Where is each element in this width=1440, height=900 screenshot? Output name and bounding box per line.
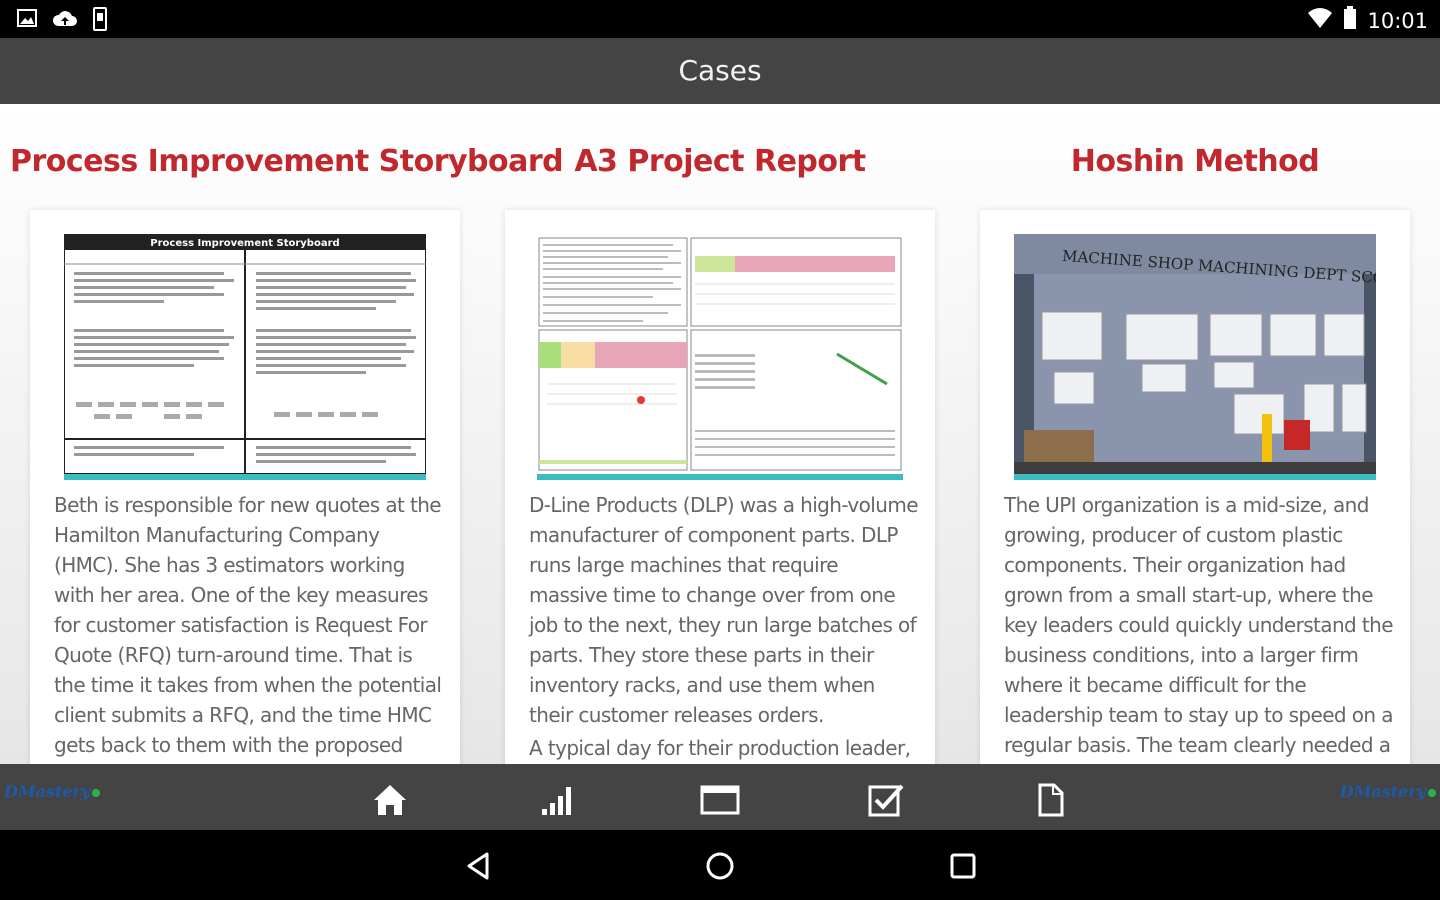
cloud-upload-icon bbox=[52, 7, 78, 36]
system-nav-bar bbox=[0, 830, 1440, 900]
window-icon[interactable] bbox=[698, 780, 742, 820]
wifi-icon bbox=[1307, 7, 1333, 34]
page-title: Cases bbox=[678, 54, 762, 87]
checkbox-icon[interactable] bbox=[864, 780, 908, 820]
thumb-title: Process Improvement Storyboard bbox=[150, 238, 339, 249]
image-icon bbox=[16, 7, 38, 36]
bottom-nav: DMastery DMastery bbox=[0, 764, 1440, 830]
case-title[interactable]: Process Improvement Storyboard bbox=[10, 144, 564, 179]
logo-left: DMastery bbox=[4, 782, 101, 801]
recents-icon[interactable] bbox=[945, 848, 981, 884]
cases-list: Process Improvement Storyboard Process I… bbox=[0, 104, 1440, 764]
case-description: D-Line Products (DLP) was a high-volume … bbox=[529, 490, 919, 763]
case-hoshin-method[interactable]: Hoshin Method MACHINE SHOP MACHINING DEP… bbox=[960, 104, 1430, 764]
case-card[interactable]: MACHINE SHOP MACHINING DEPT SCOREBOARD T… bbox=[980, 210, 1410, 764]
case-process-improvement-storyboard[interactable]: Process Improvement Storyboard Process I… bbox=[10, 104, 564, 764]
bar-chart-icon[interactable] bbox=[534, 780, 578, 820]
case-thumbnail[interactable]: MACHINE SHOP MACHINING DEPT SCOREBOARD bbox=[1014, 234, 1376, 480]
case-description-p1: D-Line Products (DLP) was a high-volume … bbox=[529, 493, 919, 727]
case-a3-project-report[interactable]: A3 Project Report D-Line Products (DLP) … bbox=[485, 104, 955, 764]
case-title[interactable]: Hoshin Method bbox=[960, 144, 1430, 179]
clock: 10:01 bbox=[1367, 8, 1428, 33]
case-thumbnail[interactable] bbox=[537, 234, 903, 480]
case-description: The UPI organization is a mid-size, and … bbox=[1004, 493, 1394, 757]
phone-icon bbox=[92, 7, 108, 36]
home-circle-icon[interactable] bbox=[702, 848, 738, 884]
app-bar: Cases bbox=[0, 38, 1440, 104]
back-icon[interactable] bbox=[460, 848, 496, 884]
case-description-p2: A typical day for their production leade… bbox=[529, 736, 911, 760]
status-bar: 10:01 bbox=[0, 0, 1440, 38]
case-thumbnail[interactable]: Process Improvement Storyboard bbox=[64, 234, 426, 480]
case-title[interactable]: A3 Project Report bbox=[485, 144, 955, 179]
logo-right: DMastery bbox=[1340, 782, 1436, 801]
home-icon[interactable] bbox=[368, 780, 412, 820]
case-card[interactable]: Process Improvement Storyboard Beth is r… bbox=[30, 210, 460, 764]
case-card[interactable]: D-Line Products (DLP) was a high-volume … bbox=[505, 210, 935, 764]
case-description: Beth is responsible for new quotes at th… bbox=[54, 493, 442, 757]
document-icon[interactable] bbox=[1028, 780, 1072, 820]
battery-icon bbox=[1343, 6, 1357, 35]
